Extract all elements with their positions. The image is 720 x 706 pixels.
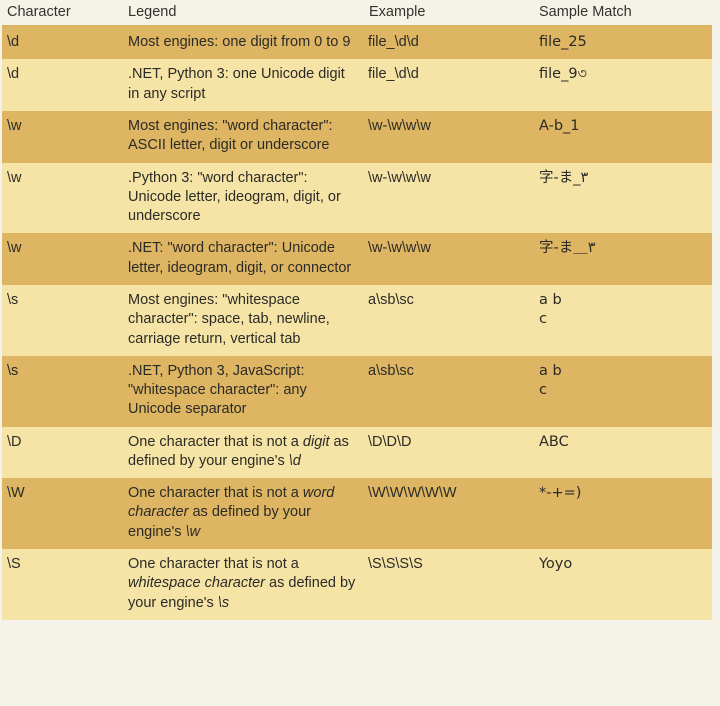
cell-character: \w [2,110,123,163]
table-row: \w .NET: "word character": Unicode letter… [2,233,712,285]
sample-match-line: ABC [539,433,569,450]
sample-match-line: 字-ま＿٣ [539,240,596,257]
cell-sample-match: file_9৩ [534,59,712,111]
cell-sample-match: *-+=) [534,478,712,550]
cell-example: \D\D\D [364,426,534,479]
cell-character: \D [2,426,123,479]
table-row: \s Most engines: "whitespace character": … [2,284,712,356]
legend-text-lead: One character that is not a [128,556,299,573]
column-header-sample-match: Sample Match [534,0,712,27]
cell-legend: .NET, Python 3, JavaScript: "whitespace … [123,355,364,427]
cell-legend: .Python 3: "word character": Unicode let… [123,162,364,234]
cell-legend: One character that is not a digit as def… [123,426,364,479]
cell-example: a\sb\sc [364,284,534,356]
cell-character: \s [2,284,123,356]
legend-text-lead: One character that is not a [128,485,303,502]
cell-sample-match: ABC [534,426,712,479]
cell-character: \d [2,26,123,60]
cell-legend: Most engines: one digit from 0 to 9 [123,26,364,60]
column-header-example: Example [364,0,534,27]
cell-legend: Most engines: "whitespace character": sp… [123,284,364,356]
table-row: \D One character that is not a digit as d… [2,426,712,479]
sample-match-line: file_25 [539,34,587,51]
cell-example: file_\d\d [364,26,534,60]
cell-legend: .NET: "word character": Unicode letter, … [123,233,364,285]
sample-match-line: 字-ま_٣ [539,169,589,186]
table-row: \w .Python 3: "word character": Unicode l… [2,162,712,234]
cell-sample-match: Yoyo [534,549,712,620]
legend-emphasis-term: whitespace character [128,575,266,592]
cell-example: file_\d\d [364,59,534,111]
sample-match-line: a b [539,362,562,379]
sample-match-line: file_9৩ [539,66,587,83]
sample-match-line: c [539,311,547,328]
table-header: Character Legend Example Sample Match [2,0,712,27]
cell-character: \w [2,162,123,234]
table-row: \s .NET, Python 3, JavaScript: "whitespac… [2,355,712,427]
cell-legend: One character that is not a whitespace c… [123,549,364,620]
table-header-row: Character Legend Example Sample Match [2,0,712,27]
cell-example: a\sb\sc [364,355,534,427]
legend-emphasis-token: \s [217,594,230,611]
regex-cheatsheet-page: Character Legend Example Sample Match \d… [0,0,720,706]
sample-match-line: A-b_1 [539,117,580,134]
cell-character: \W [2,478,123,550]
cell-character: \S [2,549,123,620]
table-row: \w Most engines: "word character": ASCII … [2,110,712,163]
table-row: \S One character that is not a whitespace… [2,549,712,620]
cell-legend: Most engines: "word character": ASCII le… [123,110,364,163]
character-classes-table: Character Legend Example Sample Match \d… [2,0,712,620]
sample-match-line: *-+=) [539,485,582,502]
cell-legend: One character that is not a word charact… [123,478,364,550]
cell-legend: .NET, Python 3: one Unicode digit in any… [123,59,364,111]
legend-emphasis-term: digit [302,433,330,450]
sample-match-line: c [539,382,547,399]
cell-example: \w-\w\w\w [364,233,534,285]
sample-match-line: a b [539,291,562,308]
cell-example: \w-\w\w\w [364,162,534,234]
table-body: \d Most engines: one digit from 0 to 9 fil… [2,26,712,620]
cell-character: \d [2,59,123,111]
cell-sample-match: 字-ま＿٣ [534,233,712,285]
legend-emphasis-token: \w [185,523,201,540]
column-header-legend: Legend [123,0,364,27]
legend-text-lead: One character that is not a [128,433,303,450]
cell-sample-match: A-b_1 [534,110,712,163]
cell-sample-match: file_25 [534,26,712,60]
cell-example: \w-\w\w\w [364,110,534,163]
cell-sample-match: a b c [534,284,712,356]
table-row: \d Most engines: one digit from 0 to 9 fil… [2,26,712,60]
cell-character: \w [2,233,123,285]
cell-character: \s [2,355,123,427]
table-row: \d .NET, Python 3: one Unicode digit in a… [2,59,712,111]
cell-example: \W\W\W\W\W [364,478,534,550]
cell-sample-match: 字-ま_٣ [534,162,712,234]
legend-emphasis-token: \d [288,452,301,469]
page-bottom-margin [0,697,720,706]
column-header-character: Character [2,0,123,27]
cell-sample-match: a b c [534,355,712,427]
cell-example: \S\S\S\S [364,549,534,620]
sample-match-line: Yoyo [539,556,573,573]
table-row: \W One character that is not a word chara… [2,478,712,550]
